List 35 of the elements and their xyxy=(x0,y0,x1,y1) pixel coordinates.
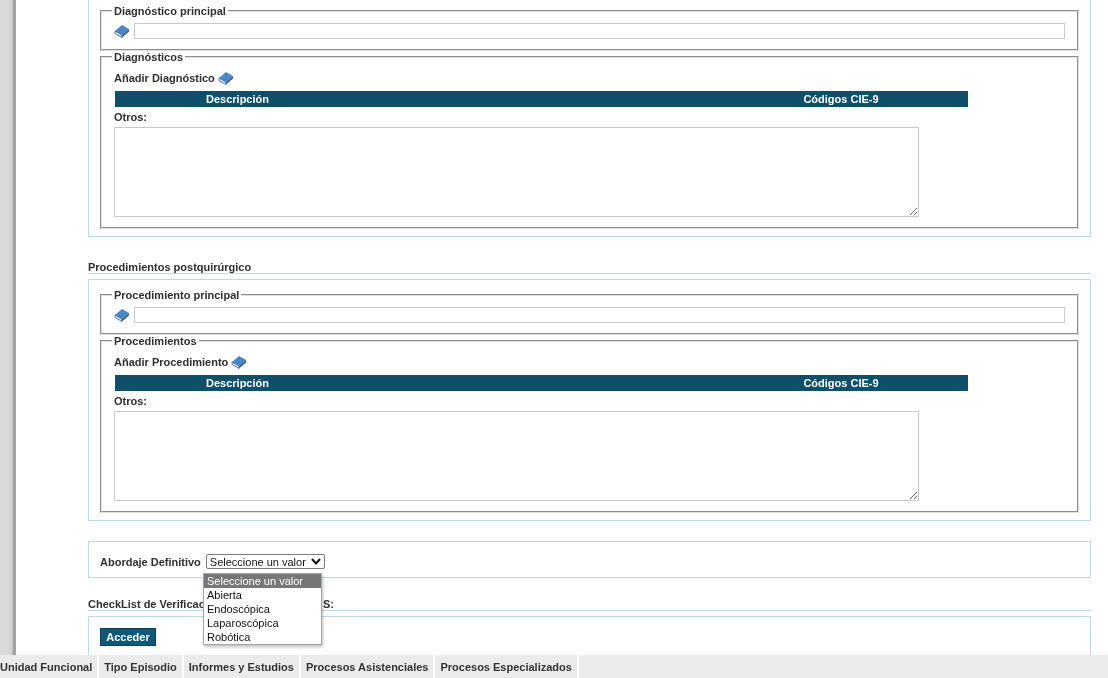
section-heading: CheckList de Verificac xyxy=(88,598,205,610)
group-legend: Procedimientos xyxy=(112,335,199,347)
dropdown-option[interactable]: Laparoscópica xyxy=(204,616,321,630)
section-heading: Procedimientos postquirúrgico xyxy=(88,261,252,273)
code-input[interactable] xyxy=(134,307,1065,323)
nav-tab[interactable]: Tipo Episodio xyxy=(99,655,184,678)
add-label: Añadir Diagnóstico xyxy=(114,72,215,84)
nav-tab[interactable]: Procesos Especializados xyxy=(435,655,579,678)
nav-tab[interactable]: Unidad Funcional xyxy=(0,655,100,678)
dropdown-option[interactable]: Abierta xyxy=(204,588,321,602)
field-label: Abordaje Definitivo xyxy=(100,555,201,568)
others-label: Otros: xyxy=(114,395,147,407)
nav-tab[interactable]: Informes y Estudios xyxy=(183,655,301,678)
dropdown-option[interactable]: Seleccione un valor xyxy=(204,574,321,588)
dropdown-option[interactable]: Robótica xyxy=(204,630,321,644)
group-legend: Diagnóstico principal xyxy=(112,5,228,17)
book-icon[interactable] xyxy=(217,70,234,86)
dropdown-option[interactable]: Endoscópica xyxy=(204,602,321,616)
book-icon[interactable] xyxy=(114,23,130,39)
access-button[interactable]: Acceder xyxy=(100,628,156,646)
nav-tab[interactable]: Procesos Asistenciales xyxy=(300,655,436,678)
others-label: Otros: xyxy=(114,111,147,123)
code-input[interactable] xyxy=(134,23,1065,39)
add-label: Añadir Procedimiento xyxy=(114,356,229,368)
group-legend: Procedimiento principal xyxy=(112,289,242,301)
column-header: Descripción xyxy=(205,92,270,107)
column-header: Descripción xyxy=(205,376,270,391)
column-header: Códigos CIE-9 xyxy=(802,376,880,391)
column-header: Códigos CIE-9 xyxy=(802,92,880,107)
chevron-down-icon xyxy=(310,558,321,565)
select-field[interactable]: Seleccione un valor xyxy=(205,554,325,569)
book-icon[interactable] xyxy=(114,307,130,323)
book-icon[interactable] xyxy=(231,354,248,370)
section-heading: S: xyxy=(323,598,334,610)
group-legend: Diagnósticos xyxy=(112,51,186,63)
